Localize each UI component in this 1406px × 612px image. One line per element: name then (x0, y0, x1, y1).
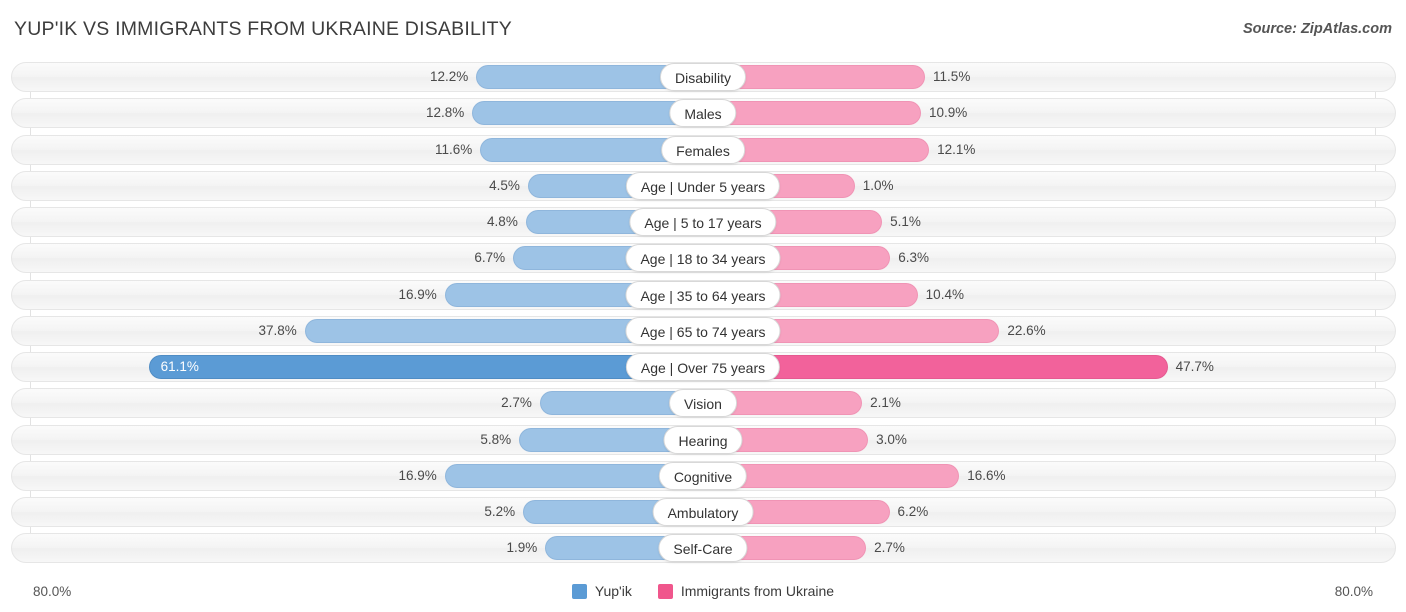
value-label-left: 5.8% (480, 431, 512, 447)
bar-row: 37.8% 22.6% Age | 65 to 74 years (0, 315, 1406, 346)
value-label-right: 6.3% (898, 250, 929, 266)
legend-swatch-icon (657, 583, 673, 599)
value-label-right: 5.1% (890, 214, 921, 229)
legend-item: Yup'ik (571, 583, 632, 599)
category-label: Hearing (663, 425, 743, 454)
category-label: Age | 35 to 64 years (625, 280, 781, 309)
category-label: Age | 18 to 34 years (625, 244, 781, 273)
bar-row: 6.7% 6.3% Age | 18 to 34 years (0, 243, 1406, 274)
value-label-right: 22.6% (1007, 322, 1046, 338)
category-label: Disability (659, 63, 747, 91)
value-label-left: 4.8% (487, 214, 518, 229)
value-label-left: 4.5% (489, 177, 520, 193)
value-label-right: 10.9% (929, 105, 968, 121)
chart-footer: 80.0% 80.0% Yup'ik Immigrants from Ukrain… (0, 580, 1406, 606)
bar-row: 12.8% 10.9% Males (0, 98, 1406, 129)
page-title: YUP'IK VS IMMIGRANTS FROM UKRAINE DISABI… (14, 18, 512, 40)
value-label-right: 11.5% (933, 69, 971, 84)
bar-row: 4.8% 5.1% Age | 5 to 17 years (0, 207, 1406, 237)
value-label-right: 1.0% (862, 177, 894, 193)
bar-row: 61.1% 47.7% Age | Over 75 years (0, 352, 1406, 382)
legend-swatch-icon (571, 583, 587, 599)
source-attribution: Source: ZipAtlas.com (1242, 21, 1392, 37)
category-label: Age | Under 5 years (625, 171, 781, 200)
value-label-left: 6.7% (474, 250, 506, 266)
value-label-left: 5.2% (484, 504, 516, 519)
bar-row: 2.7% 2.1% Vision (0, 388, 1406, 419)
category-label: Vision (669, 389, 737, 418)
value-label-right: 2.7% (874, 540, 905, 556)
bar-row: 12.2% 11.5% Disability (0, 62, 1406, 92)
value-label-left: 12.2% (429, 69, 469, 84)
category-label: Self-Care (658, 534, 748, 563)
bar-row: 16.9% 16.6% Cognitive (0, 460, 1406, 491)
legend-label: Yup'ik (594, 583, 632, 599)
category-label: Females (661, 135, 745, 164)
value-label-right: 2.1% (870, 395, 901, 411)
value-label-left: 12.8% (425, 105, 465, 121)
value-label-left: 37.8% (258, 322, 297, 338)
bar-row: 16.9% 10.4% Age | 35 to 64 years (0, 279, 1406, 310)
value-label-left: 61.1% (160, 359, 199, 374)
category-label: Age | 65 to 74 years (625, 316, 781, 345)
value-label-right: 3.0% (876, 431, 907, 447)
bar-rows: 12.2% 11.5% Disability 12.8% 10.9% Males 11.6%… (0, 62, 1406, 570)
category-label: Cognitive (658, 461, 748, 490)
value-label-right: 16.6% (967, 467, 1006, 483)
category-label: Ambulatory (652, 498, 754, 526)
value-label-left: 1.9% (506, 540, 538, 556)
value-label-right: 47.7% (1175, 359, 1214, 374)
value-label-right: 6.2% (897, 504, 929, 519)
value-label-left: 16.9% (398, 467, 437, 483)
value-label-left: 16.9% (398, 286, 437, 302)
value-label-right: 12.1% (937, 141, 976, 157)
value-label-left: 11.6% (434, 141, 473, 157)
category-label: Age | 5 to 17 years (629, 208, 777, 236)
legend-label: Immigrants from Ukraine (680, 583, 835, 599)
bar-row: 4.5% 1.0% Age | Under 5 years (0, 170, 1406, 201)
bar-row: 5.2% 6.2% Ambulatory (0, 497, 1406, 527)
chart-legend: Yup'ik Immigrants from Ukraine (0, 583, 1406, 599)
category-label: Age | Over 75 years (625, 353, 781, 381)
bar-row: 5.8% 3.0% Hearing (0, 424, 1406, 455)
category-label: Males (669, 99, 737, 128)
bar-row: 11.6% 12.1% Females (0, 134, 1406, 165)
legend-item: Immigrants from Ukraine (657, 583, 835, 599)
chart-header: YUP'IK VS IMMIGRANTS FROM UKRAINE DISABI… (0, 0, 1406, 56)
value-label-right: 10.4% (925, 286, 964, 302)
bar-row: 1.9% 2.7% Self-Care (0, 533, 1406, 564)
chart-plot-area: 12.2% 11.5% Disability 12.8% 10.9% Males 11.6%… (0, 62, 1406, 570)
value-label-left: 2.7% (501, 395, 532, 411)
